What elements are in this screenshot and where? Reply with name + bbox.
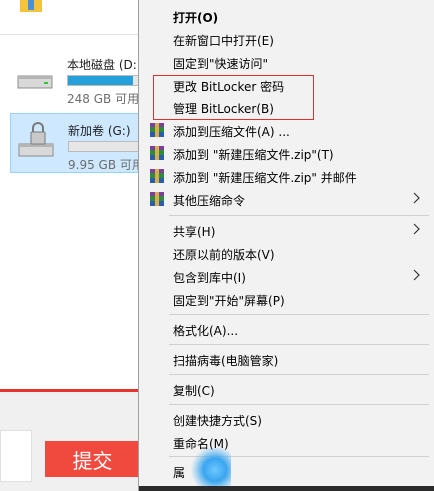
menu-item-label: 固定到"开始"屏幕(P)	[173, 294, 285, 308]
menu-item-label: 固定到"快速访问"	[173, 57, 269, 71]
menu-item-other-compression[interactable]: 其他压缩命令	[139, 188, 433, 210]
menu-item-label: 打开(O)	[173, 11, 219, 25]
chevron-right-icon	[413, 223, 420, 235]
menu-item-create-shortcut[interactable]: 创建快捷方式(S)	[139, 408, 433, 430]
menu-item-format[interactable]: 格式化(A)...	[139, 318, 433, 340]
drive-usage-bar	[68, 141, 146, 152]
winrar-icon	[150, 146, 164, 160]
menu-item-label: 创建快捷方式(S)	[173, 414, 262, 428]
menu-item-label: 包含到库中(I)	[173, 271, 246, 285]
chevron-right-icon	[413, 269, 420, 281]
drive-free-space: 248 GB 可用	[67, 92, 140, 106]
menu-item-pin-quick-access[interactable]: 固定到"快速访问"	[139, 51, 433, 73]
explorer-header	[0, 0, 145, 34]
bitlocker-drive-icon	[18, 122, 54, 157]
menu-item-label: 在新窗口中打开(E)	[173, 34, 274, 48]
drive-free-space: 9.95 GB 可用	[68, 158, 144, 172]
drive-usage-bar	[67, 75, 145, 86]
menu-item-add-to-zip-and-email[interactable]: 添加到 "新建压缩文件.zip" 并邮件	[139, 165, 433, 187]
drive-g[interactable]: 新加卷 (G:) 9.95 GB 可用	[10, 113, 147, 173]
menu-separator	[169, 374, 429, 375]
menu-item-include-in-library[interactable]: 包含到库中(I)	[139, 265, 433, 287]
submit-button[interactable]: 提交	[45, 441, 140, 477]
menu-item-add-to-zip[interactable]: 添加到 "新建压缩文件.zip"(T)	[139, 142, 433, 164]
hard-drive-icon	[17, 75, 53, 89]
winrar-icon	[150, 192, 164, 206]
menu-item-label: 还原以前的版本(V)	[173, 248, 275, 262]
chevron-right-icon	[413, 192, 420, 204]
menu-separator	[169, 344, 429, 345]
menu-item-label: 格式化(A)...	[173, 324, 239, 338]
menu-item-share[interactable]: 共享(H)	[139, 219, 433, 241]
winrar-icon	[150, 123, 164, 137]
menu-item-properties[interactable]: 属	[139, 460, 433, 482]
menu-item-pin-to-start[interactable]: 固定到"开始"屏幕(P)	[139, 288, 433, 310]
menu-item-label: 共享(H)	[173, 225, 216, 239]
drive-name: 本地磁盘 (D:)	[67, 58, 142, 72]
menu-separator	[169, 404, 429, 405]
menu-item-add-to-archive[interactable]: 添加到压缩文件(A) ...	[139, 119, 433, 141]
menu-separator	[169, 215, 429, 216]
drive-usage-fill	[68, 76, 133, 85]
taskbar-edge	[139, 486, 434, 491]
menu-item-rename[interactable]: 重命名(M)	[139, 431, 433, 453]
menu-item-label: 更改 BitLocker 密码	[173, 80, 285, 94]
menu-item-scan-virus[interactable]: 扫描病毒(电脑管家)	[139, 348, 433, 370]
menu-item-manage-bitlocker[interactable]: 管理 BitLocker(B)	[139, 96, 433, 118]
menu-item-label: 添加到 "新建压缩文件.zip" 并邮件	[173, 171, 357, 185]
drives-pane: 本地磁盘 (D:) 248 GB 可用 新加卷 (G:) 9.95 GB 可用	[0, 34, 147, 390]
menu-item-label: 管理 BitLocker(B)	[173, 102, 274, 116]
context-menu: 打开(O) 在新窗口中打开(E) 固定到"快速访问" 更改 BitLocker …	[138, 0, 434, 491]
menu-item-label: 其他压缩命令	[173, 194, 246, 208]
menu-item-open[interactable]: 打开(O)	[139, 5, 433, 27]
menu-item-copy[interactable]: 复制(C)	[139, 378, 433, 400]
drive-d[interactable]: 本地磁盘 (D:) 248 GB 可用	[10, 48, 145, 106]
menu-item-label: 属	[173, 466, 186, 480]
menu-item-restore-previous[interactable]: 还原以前的版本(V)	[139, 242, 433, 264]
menu-item-label: 复制(C)	[173, 384, 215, 398]
text-input[interactable]	[0, 430, 32, 482]
folder-icon	[20, 0, 42, 12]
winrar-icon	[150, 169, 164, 183]
menu-separator	[169, 314, 429, 315]
drive-name: 新加卷 (G:)	[68, 124, 131, 138]
cursor-glow-overlay	[191, 448, 231, 488]
menu-item-change-bitlocker-password[interactable]: 更改 BitLocker 密码	[139, 74, 433, 96]
menu-item-label: 添加到 "新建压缩文件.zip"(T)	[173, 148, 334, 162]
menu-item-label: 添加到压缩文件(A) ...	[173, 125, 290, 139]
menu-item-label: 扫描病毒(电脑管家)	[173, 354, 279, 368]
menu-item-open-new-window[interactable]: 在新窗口中打开(E)	[139, 28, 433, 50]
